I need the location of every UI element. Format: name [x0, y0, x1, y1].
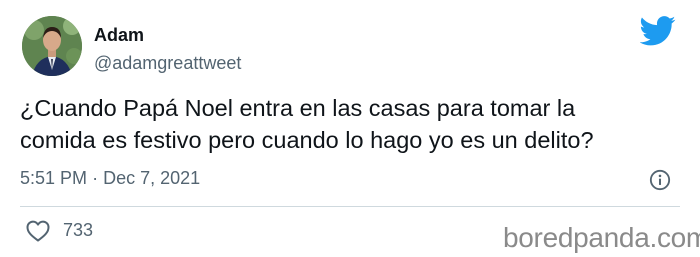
divider — [20, 206, 680, 207]
avatar-image — [22, 16, 82, 76]
tweet-timestamp[interactable]: 5:51 PM · Dec 7, 2021 — [20, 168, 200, 189]
like-count: 733 — [63, 220, 94, 240]
tweet-date: Dec 7, 2021 — [103, 168, 201, 188]
heart-icon[interactable] — [26, 220, 50, 242]
author-handle[interactable]: @adamgreattweet — [94, 53, 241, 74]
tweet-text: ¿Cuando Papá Noel entra en las casas par… — [20, 95, 594, 153]
meta-separator: · — [92, 168, 99, 188]
twitter-bird-icon[interactable] — [640, 16, 676, 46]
watermark: boredpanda.com — [503, 222, 700, 253]
tweet-time: 5:51 PM — [20, 168, 88, 188]
author-name[interactable]: Adam — [94, 25, 144, 46]
tweet-card: Adam @adamgreattweet ¿Cuando Papá Noel e… — [0, 0, 700, 257]
info-icon[interactable] — [649, 169, 671, 191]
avatar[interactable] — [22, 16, 82, 76]
